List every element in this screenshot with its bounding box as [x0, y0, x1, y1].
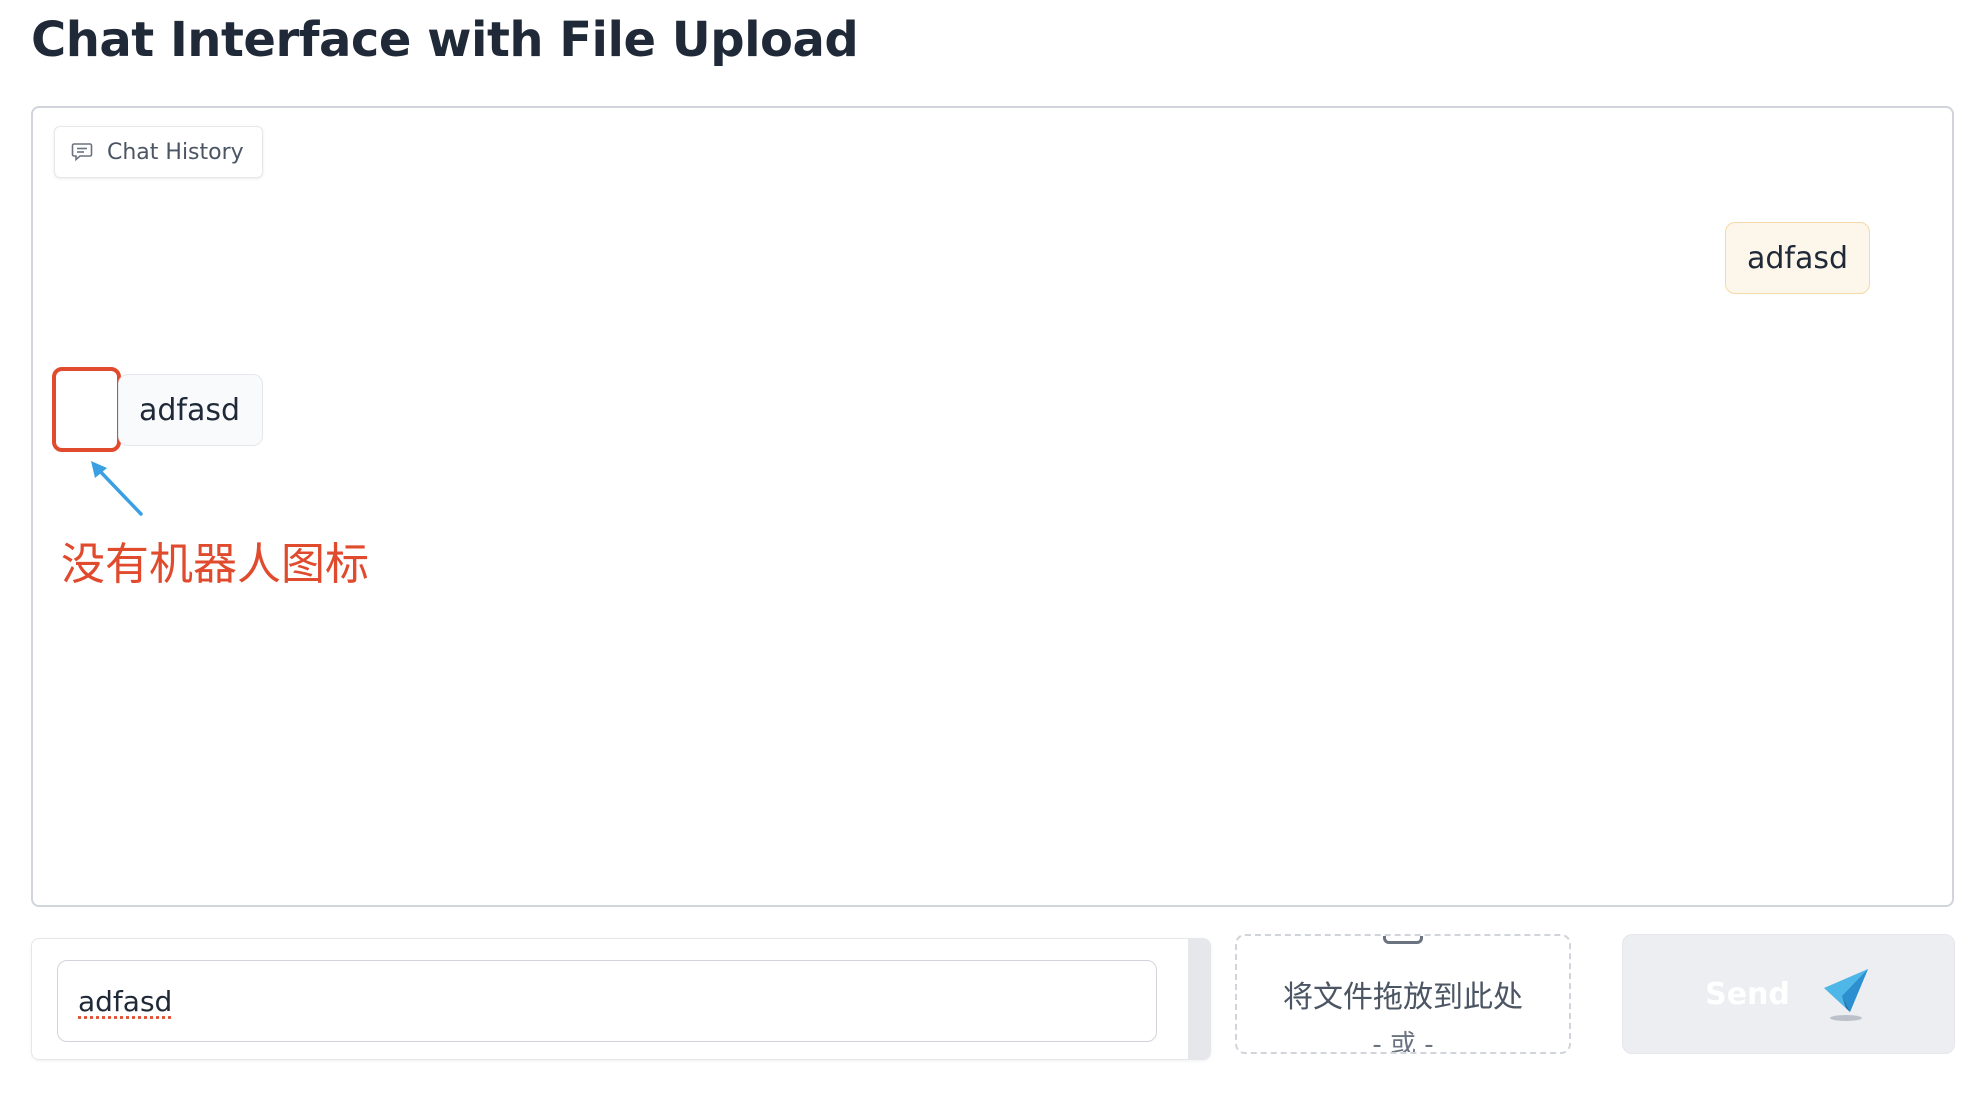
- chat-history-label-text: Chat History: [107, 139, 244, 165]
- message-input[interactable]: adfasd: [57, 960, 1157, 1042]
- upload-drop-text: 将文件拖放到此处: [1283, 980, 1523, 1015]
- input-scrollbar[interactable]: [1188, 939, 1210, 1059]
- upload-icon: [1383, 936, 1423, 944]
- file-upload-dropzone[interactable]: 将文件拖放到此处 - 或 -: [1235, 934, 1571, 1054]
- message-input-value: adfasd: [78, 984, 173, 1018]
- bot-message-bubble: adfasd: [118, 374, 264, 446]
- chat-history-panel[interactable]: Chat History adfasd adfasd 没有机器人图标: [31, 106, 1954, 907]
- missing-bot-avatar-highlight: [52, 367, 121, 452]
- page-title: Chat Interface with File Upload: [31, 12, 859, 68]
- chat-history-label: Chat History: [54, 126, 263, 178]
- annotation-arrow-icon: [83, 458, 153, 532]
- message-input-container: adfasd: [31, 938, 1211, 1060]
- send-button[interactable]: Send: [1622, 934, 1955, 1054]
- upload-or-text: - 或 -: [1372, 1030, 1434, 1054]
- chat-bubble-icon: [71, 142, 93, 162]
- annotation-text: 没有机器人图标: [61, 539, 369, 590]
- paper-plane-icon: [1820, 966, 1872, 1022]
- send-button-label: Send: [1705, 976, 1790, 1012]
- user-message-bubble: adfasd: [1724, 222, 1870, 294]
